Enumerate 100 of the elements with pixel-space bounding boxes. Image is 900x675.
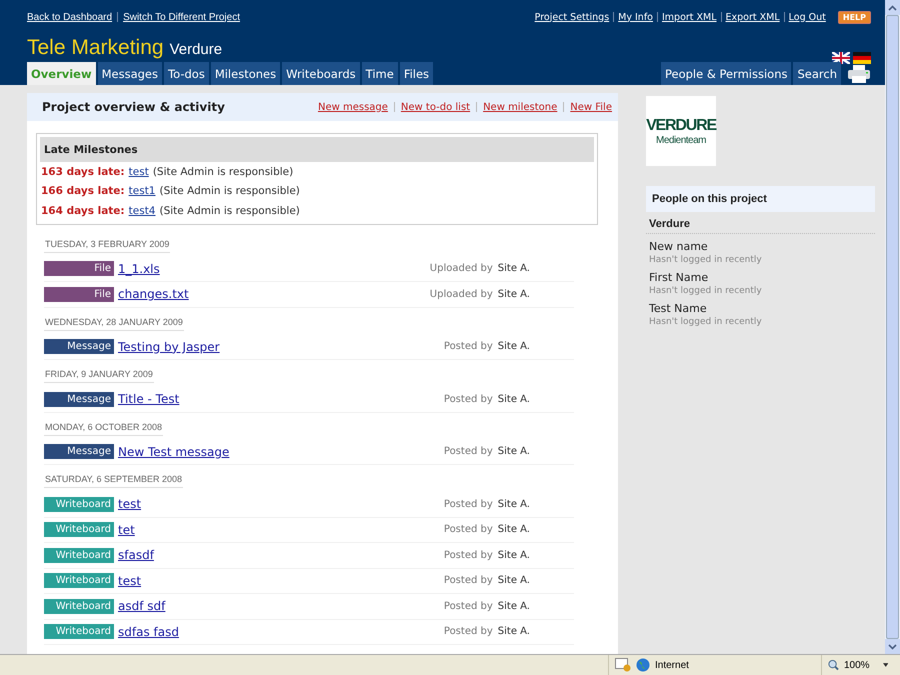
author-name: Site A. [498,524,530,536]
header-link[interactable]: Switch To Different Project [123,12,240,22]
person-name: Test Name [648,301,708,315]
login-status: Hasn't logged in recently [648,316,763,327]
action-link[interactable]: New to-do list [400,102,470,112]
item-link[interactable]: sfasdf [118,548,154,562]
type-badge: Writeboard [44,496,114,512]
date-heading: FRIDAY, 9 JANUARY 2009 [44,369,154,383]
nav-tab[interactable]: Milestones [210,62,280,85]
responsible-note: (Site Admin is responsible) [152,166,294,178]
by-label: Posted by [444,550,493,561]
author-name: Site A. [498,626,530,638]
panel-title: Project overview & activity [42,100,225,114]
type-badge: Writeboard [44,598,114,614]
globe-icon [636,658,650,672]
people-heading: People on this project [646,186,875,212]
by-label: Uploaded by [430,288,493,300]
nav-tab[interactable]: Files [400,62,434,85]
late-label: 166 days late: [41,185,125,198]
type-badge: File [44,261,114,276]
milestone-link[interactable]: test [128,166,149,178]
action-link[interactable]: New milestone [483,102,558,112]
action-link[interactable]: New message [318,102,388,112]
type-badge: Message [44,444,114,460]
nav-tab[interactable]: Writeboards [282,62,360,85]
type-badge: Message [44,339,114,354]
responsible-note: (Site Admin is responsible) [160,185,300,198]
scrollbar[interactable] [885,0,900,654]
type-badge: Message [44,392,114,407]
logo-name: VERDURE [646,116,716,134]
by-label: Posted by [444,341,493,352]
by-label: Posted by [444,575,493,586]
author-name: Site A. [498,263,530,274]
date-heading: MONDAY, 6 OCTOBER 2008 [44,422,164,436]
late-label: 163 days late: [41,166,125,178]
nav-tab[interactable]: Time [362,62,398,85]
project-title: Tele Marketing [27,36,164,59]
item-link[interactable]: test [118,497,142,512]
item-link[interactable]: asdf sdf [118,599,166,614]
type-badge: File [44,286,114,302]
login-status: Hasn't logged in recently [648,285,763,296]
by-label: Posted by [444,626,493,638]
type-badge: Writeboard [44,548,114,563]
uk-flag-icon[interactable] [832,52,850,64]
item-link[interactable]: Testing by Jasper [118,340,220,354]
item-link[interactable]: tet [118,522,135,537]
action-link[interactable]: New File [570,102,612,112]
by-label: Uploaded by [430,263,493,274]
printer-icon[interactable] [847,65,871,83]
scroll-down-icon[interactable] [888,644,897,650]
german-flag-icon[interactable] [853,52,871,64]
zoom-icon [828,659,839,671]
milestone-link[interactable]: test1 [128,185,156,198]
author-name: Site A. [498,575,530,586]
logo-tagline: Medienteam [656,134,706,146]
author-name: Site A. [498,550,530,561]
milestones-heading: Late Milestones [40,137,594,162]
nav-tab[interactable]: To-dos [164,62,209,85]
account-link[interactable]: My Info [618,12,653,22]
date-heading: SATURDAY, 6 SEPTEMBER 2008 [44,474,184,488]
author-name: Site A. [498,288,530,300]
item-link[interactable]: sdfas fasd [118,624,179,639]
nav-tab[interactable]: Messages [98,62,162,85]
login-status: Hasn't logged in recently [648,254,763,265]
author-name: Site A. [498,600,530,612]
account-link[interactable]: Import XML [662,12,717,22]
item-link[interactable]: New Test message [118,444,230,459]
item-link[interactable]: Title - Test [118,392,180,406]
person-name: First Name [648,270,710,284]
by-label: Posted by [444,498,493,510]
milestone-link[interactable]: test4 [128,204,156,217]
responsible-note: (Site Admin is responsible) [160,204,300,217]
by-label: Posted by [444,524,493,536]
late-label: 164 days late: [41,204,125,217]
person-name: New name [648,239,709,253]
scroll-up-icon[interactable] [888,4,897,10]
author-name: Site A. [498,498,530,510]
item-link[interactable]: 1_1.xls [118,262,160,276]
item-link[interactable]: changes.txt [118,287,189,302]
zoom-level[interactable]: 100% [844,660,870,670]
dropdown-icon[interactable] [882,663,888,667]
author-name: Site A. [498,341,530,352]
by-label: Posted by [444,446,493,458]
nav-tab[interactable]: People & Permissions [660,62,792,85]
nav-tab[interactable]: Search [793,62,841,85]
by-label: Posted by [444,600,493,612]
people-company: Verdure [646,212,875,234]
popup-blocker-icon [615,658,631,672]
date-heading: TUESDAY, 3 FEBRUARY 2009 [44,238,170,252]
account-link[interactable]: Export XML [726,12,780,22]
date-heading: WEDNESDAY, 28 JANUARY 2009 [44,316,184,330]
account-link[interactable]: Project Settings [534,12,610,22]
company-name: Verdure [170,41,222,58]
account-link[interactable]: Log Out [788,12,826,22]
zone-label: Internet [655,660,689,670]
author-name: Site A. [498,394,530,405]
item-link[interactable]: test [118,574,142,588]
header-link[interactable]: Back to Dashboard [27,12,112,22]
author-name: Site A. [498,446,530,458]
type-badge: Writeboard [44,624,114,640]
